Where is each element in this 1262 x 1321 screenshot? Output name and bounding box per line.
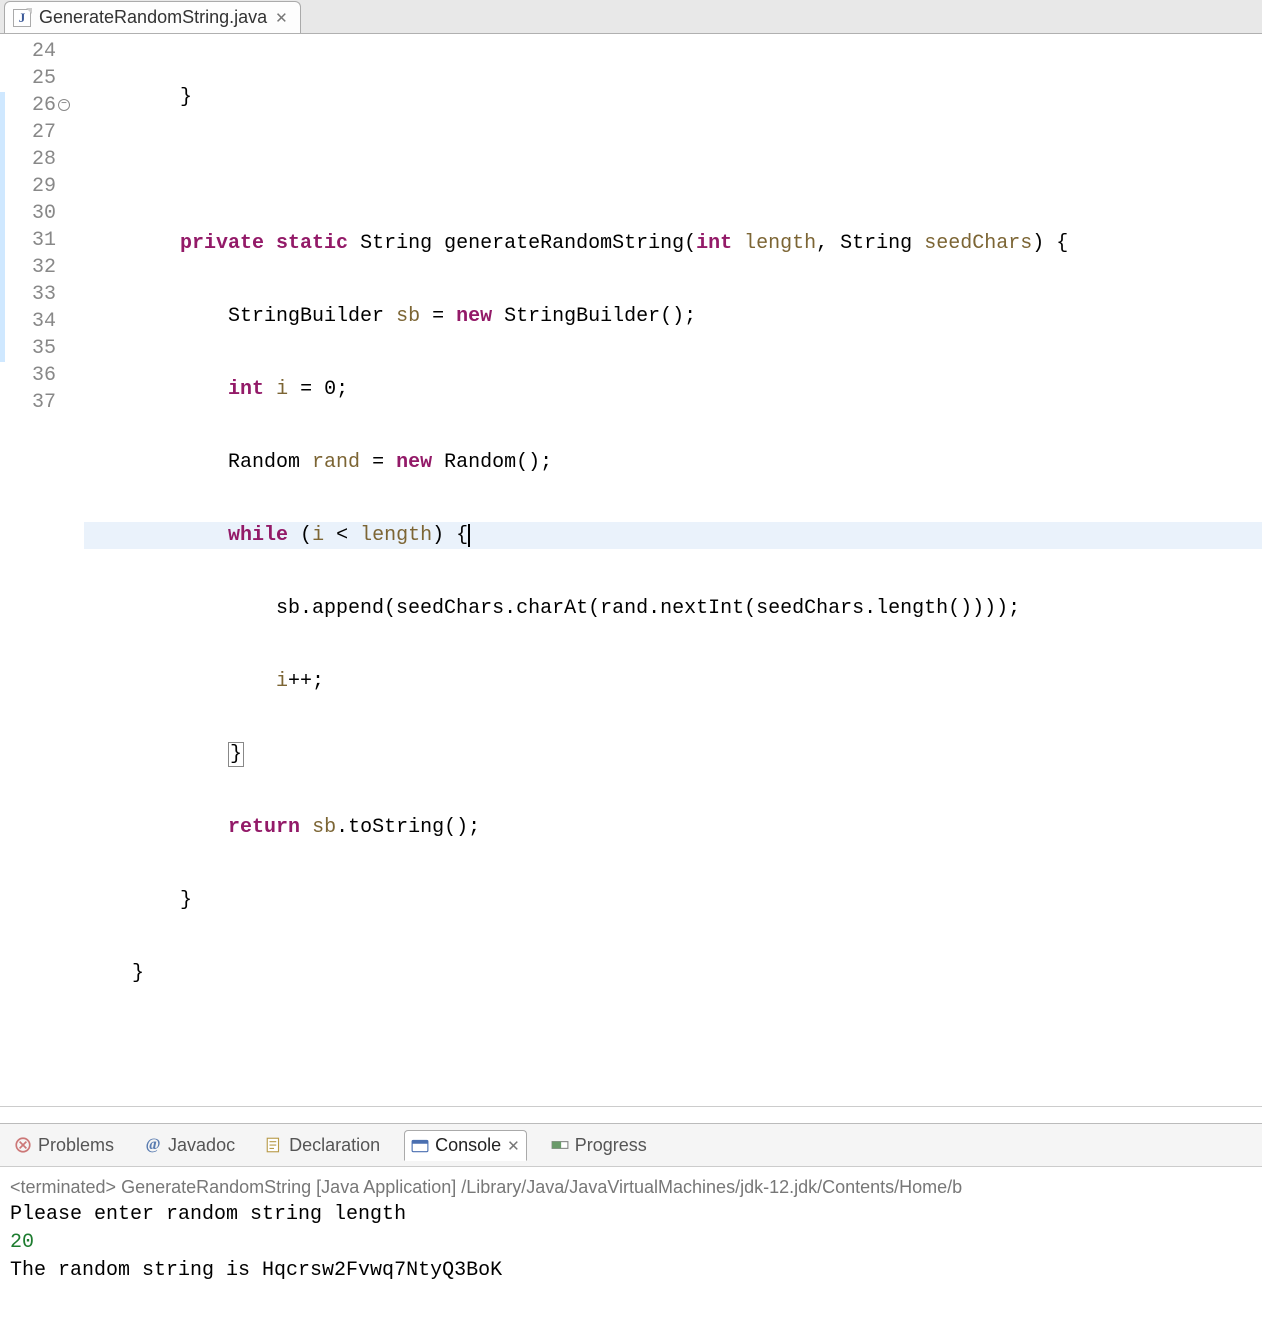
code-line: } xyxy=(84,741,1262,768)
editor-pane: J GenerateRandomString.java ✕ 24 25 26 −… xyxy=(0,0,1262,1107)
code-line: } xyxy=(84,84,1262,111)
close-icon[interactable]: ✕ xyxy=(275,9,288,27)
code-line: } xyxy=(84,960,1262,987)
tab-label: Console xyxy=(435,1135,501,1156)
code-line: private static String generateRandomStri… xyxy=(84,230,1262,257)
console-icon xyxy=(411,1137,429,1155)
tab-label: Problems xyxy=(38,1135,114,1156)
fold-toggle-icon[interactable]: − xyxy=(58,99,70,111)
line-number: 28 xyxy=(0,146,56,173)
line-number-gutter: 24 25 26 − 27 28 29 30 31 32 33 34 35 36… xyxy=(0,38,62,1106)
progress-icon xyxy=(551,1136,569,1154)
line-number: 29 xyxy=(0,173,56,200)
tab-label: Declaration xyxy=(289,1135,380,1156)
problems-icon xyxy=(14,1136,32,1154)
line-number: 34 xyxy=(0,308,56,335)
tab-javadoc[interactable]: @ Javadoc xyxy=(138,1131,241,1160)
editor-tab-label: GenerateRandomString.java xyxy=(39,7,267,28)
code-line xyxy=(84,1033,1262,1060)
editor-tab[interactable]: J GenerateRandomString.java ✕ xyxy=(4,1,301,33)
code-line: while (i < length) { xyxy=(84,522,1262,549)
editor-tab-row: J GenerateRandomString.java ✕ xyxy=(0,0,1262,34)
tab-label: Javadoc xyxy=(168,1135,235,1156)
code-line: return sb.toString(); xyxy=(84,814,1262,841)
code-editor[interactable]: 24 25 26 − 27 28 29 30 31 32 33 34 35 36… xyxy=(0,34,1262,1106)
line-number: 26 − xyxy=(0,92,56,119)
tab-label: Progress xyxy=(575,1135,647,1156)
console-output[interactable]: <terminated> GenerateRandomString [Java … xyxy=(0,1167,1262,1291)
code-line: Random rand = new Random(); xyxy=(84,449,1262,476)
code-line: StringBuilder sb = new StringBuilder(); xyxy=(84,303,1262,330)
java-file-icon: J xyxy=(13,9,31,27)
bottom-panel: Problems @ Javadoc Declaration Console ✕… xyxy=(0,1123,1262,1291)
tab-progress[interactable]: Progress xyxy=(545,1131,653,1160)
line-number: 25 xyxy=(0,65,56,92)
code-line: sb.append(seedChars.charAt(rand.nextInt(… xyxy=(84,595,1262,622)
code-line xyxy=(84,157,1262,184)
code-line: i++; xyxy=(84,668,1262,695)
console-line: Please enter random string length xyxy=(10,1201,1252,1229)
tab-problems[interactable]: Problems xyxy=(8,1131,120,1160)
console-line: The random string is Hqcrsw2Fvwq7NtyQ3Bo… xyxy=(10,1257,1252,1285)
code-line: } xyxy=(84,887,1262,914)
javadoc-icon: @ xyxy=(144,1136,162,1154)
declaration-icon xyxy=(265,1136,283,1154)
text-cursor xyxy=(468,524,470,547)
tab-console[interactable]: Console ✕ xyxy=(404,1130,527,1161)
line-number: 24 xyxy=(0,38,56,65)
line-number: 27 xyxy=(0,119,56,146)
bottom-panel-tabs: Problems @ Javadoc Declaration Console ✕… xyxy=(0,1124,1262,1167)
line-number: 32 xyxy=(0,254,56,281)
close-icon[interactable]: ✕ xyxy=(507,1137,520,1155)
tab-declaration[interactable]: Declaration xyxy=(259,1131,386,1160)
console-status-line: <terminated> GenerateRandomString [Java … xyxy=(10,1173,1252,1201)
matching-brace: } xyxy=(228,742,244,767)
line-number: 36 xyxy=(0,362,56,389)
line-number: 35 xyxy=(0,335,56,362)
line-number: 31 xyxy=(0,227,56,254)
line-number: 37 xyxy=(0,389,56,416)
code-line: int i = 0; xyxy=(84,376,1262,403)
line-number: 33 xyxy=(0,281,56,308)
line-number: 30 xyxy=(0,200,56,227)
code-content[interactable]: } private static String generateRandomSt… xyxy=(62,38,1262,1106)
console-input-line: 20 xyxy=(10,1229,1252,1257)
